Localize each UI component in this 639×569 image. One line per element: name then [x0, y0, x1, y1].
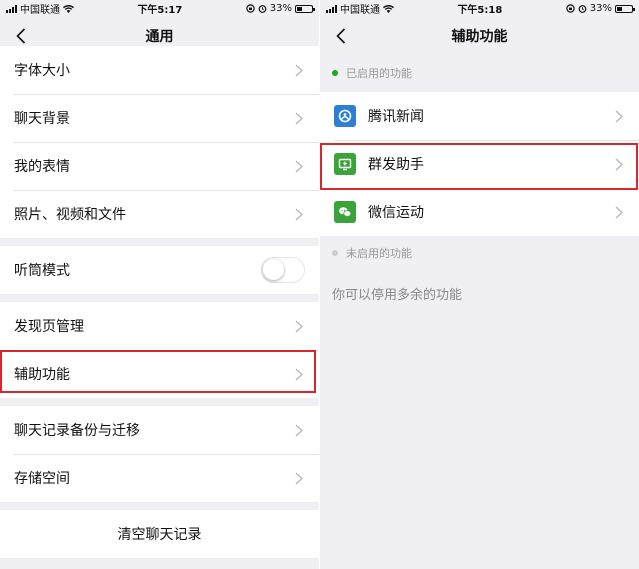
accessibility-screen: 中国联通 下午5:18 33% 辅助功能 已启用的功能 腾讯新闻 群发助手 微信… [320, 0, 639, 569]
tencent-news-label: 腾讯新闻 [368, 109, 424, 125]
back-button[interactable] [12, 26, 30, 46]
back-chevron-icon [16, 28, 26, 44]
chat-backup-item[interactable]: 聊天记录备份与迁移 [0, 406, 319, 454]
battery-icon [294, 4, 315, 13]
my-stickers-label: 我的表情 [14, 159, 70, 175]
page-title: 辅助功能 [451, 28, 508, 45]
disabled-features-tip: 你可以停用多余的功能 [320, 269, 639, 317]
chevron-right-icon [295, 111, 303, 125]
earpiece-mode-label: 听筒模式 [14, 263, 70, 279]
chevron-right-icon [295, 471, 303, 485]
battery-percent: 33% [269, 3, 292, 14]
chat-background-label: 聊天背景 [14, 111, 70, 127]
chevron-right-icon [295, 207, 303, 221]
screenshot-pair: 中国联通 下午5:17 33% 通用 字体大小 聊天背景 我的表情 照片、视频和… [0, 0, 639, 569]
chevron-right-icon [295, 319, 303, 333]
media-files-item[interactable]: 照片、视频和文件 [0, 190, 319, 238]
earpiece-group: 听筒模式 [0, 246, 319, 294]
chevron-right-icon [295, 63, 303, 77]
signal-icon [6, 4, 17, 13]
display-settings-group: 字体大小 聊天背景 我的表情 照片、视频和文件 [0, 46, 319, 238]
wifi-icon [63, 4, 74, 13]
signal-icon [326, 4, 337, 13]
earpiece-mode-toggle[interactable] [261, 257, 305, 283]
clear-chat-history-label: 清空聊天记录 [117, 527, 202, 543]
my-stickers-item[interactable]: 我的表情 [0, 142, 319, 190]
chevron-right-icon [615, 109, 623, 123]
enabled-section-label: 已启用的功能 [346, 67, 412, 80]
storage-space-label: 存储空间 [14, 471, 70, 487]
mass-message-item[interactable]: 群发助手 [320, 140, 639, 188]
discover-management-label: 发现页管理 [14, 319, 84, 335]
feature-group: 发现页管理 辅助功能 [0, 302, 319, 398]
chevron-right-icon [295, 423, 303, 437]
battery-icon [614, 4, 635, 13]
storage-group: 聊天记录备份与迁移 存储空间 [0, 406, 319, 502]
discover-management-item[interactable]: 发现页管理 [0, 302, 319, 350]
alarm-icon [578, 5, 587, 13]
enabled-section-header: 已启用的功能 [320, 54, 639, 92]
chevron-right-icon [295, 367, 303, 381]
storage-space-item[interactable]: 存储空间 [0, 454, 319, 502]
alarm-icon [258, 5, 267, 13]
status-time: 下午5:18 [457, 5, 503, 16]
status-time: 下午5:17 [137, 5, 183, 16]
disabled-tip-label: 你可以停用多余的功能 [332, 287, 463, 303]
chat-background-item[interactable]: 聊天背景 [0, 94, 319, 142]
accessibility-label: 辅助功能 [14, 367, 70, 383]
battery-percent: 33% [589, 3, 612, 14]
disabled-section-label: 未启用的功能 [346, 246, 412, 260]
disabled-section-header: 未启用的功能 [320, 236, 639, 269]
font-size-label: 字体大小 [14, 63, 70, 79]
back-button[interactable] [332, 26, 350, 46]
tencent-news-icon [334, 105, 356, 127]
media-files-label: 照片、视频和文件 [14, 207, 126, 223]
back-chevron-icon [336, 28, 346, 44]
clear-chat-history-button[interactable]: 清空聊天记录 [0, 510, 319, 558]
page-title: 通用 [145, 28, 174, 45]
wechat-sports-icon [334, 201, 356, 223]
nav-bar: 辅助功能 [320, 17, 639, 54]
accessibility-item[interactable]: 辅助功能 [0, 350, 319, 398]
disabled-dot-icon [332, 249, 338, 256]
mass-message-icon [334, 153, 356, 175]
chevron-right-icon [295, 159, 303, 173]
enabled-features-group: 腾讯新闻 群发助手 微信运动 [320, 92, 639, 236]
rotation-lock-icon [246, 4, 255, 13]
wifi-icon [383, 4, 394, 13]
enabled-dot-icon [332, 70, 338, 76]
chevron-right-icon [615, 157, 623, 171]
earpiece-mode-item: 听筒模式 [0, 246, 319, 294]
chevron-right-icon [615, 205, 623, 219]
font-size-item[interactable]: 字体大小 [0, 46, 319, 94]
wechat-sports-label: 微信运动 [368, 205, 424, 221]
wechat-sports-item[interactable]: 微信运动 [320, 188, 639, 236]
chat-backup-label: 聊天记录备份与迁移 [14, 423, 140, 439]
carrier-label: 中国联通 [340, 5, 380, 16]
status-bar: 中国联通 下午5:17 33% [0, 0, 319, 17]
general-settings-screen: 中国联通 下午5:17 33% 通用 字体大小 聊天背景 我的表情 照片、视频和… [0, 0, 319, 569]
tencent-news-item[interactable]: 腾讯新闻 [320, 92, 639, 140]
rotation-lock-icon [566, 4, 575, 13]
mass-message-label: 群发助手 [368, 157, 424, 173]
status-bar: 中国联通 下午5:18 33% [320, 0, 639, 17]
carrier-label: 中国联通 [20, 5, 60, 16]
